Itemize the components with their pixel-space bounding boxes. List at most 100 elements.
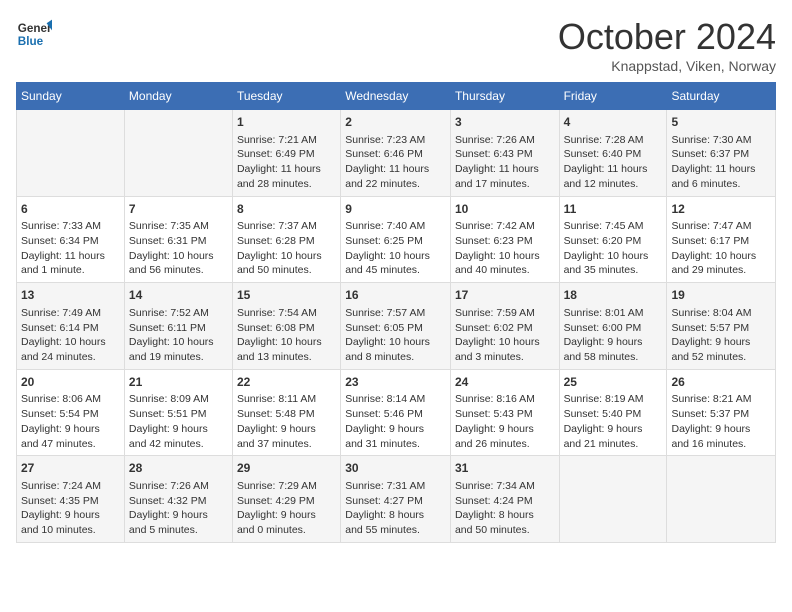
calendar-table: SundayMondayTuesdayWednesdayThursdayFrid… — [16, 82, 776, 543]
calendar-cell: 24 Sunrise: 8:16 AM Sunset: 5:43 PM Dayli… — [450, 369, 559, 456]
day-number: 7 — [129, 201, 228, 218]
calendar-cell: 31Sunrise: 7:34 AM Sunset: 4:24 PM Dayli… — [450, 456, 559, 543]
calendar-cell: 12 Sunrise: 7:47 AM Sunset: 6:17 PM Dayli… — [667, 196, 776, 283]
calendar-cell: 9 Sunrise: 7:40 AM Sunset: 6:25 PM Daylig… — [341, 196, 451, 283]
day-info: Sunrise: 8:21 AM Sunset: 5:37 PM Dayligh… — [671, 393, 751, 449]
day-info: Sunrise: 8:14 AM Sunset: 5:46 PM Dayligh… — [345, 393, 425, 449]
calendar-cell: 1 Sunrise: 7:21 AM Sunset: 6:49 PM Daylig… — [232, 110, 340, 197]
day-number: 20 — [21, 374, 120, 391]
calendar-cell: 8 Sunrise: 7:37 AM Sunset: 6:28 PM Daylig… — [232, 196, 340, 283]
calendar-week-row: 13 Sunrise: 7:49 AM Sunset: 6:14 PM Dayli… — [17, 283, 776, 370]
day-number: 29 — [237, 460, 336, 477]
calendar-cell: 14Sunrise: 7:52 AM Sunset: 6:11 PM Dayli… — [124, 283, 232, 370]
day-info: Sunrise: 8:19 AM Sunset: 5:40 PM Dayligh… — [564, 393, 644, 449]
calendar-cell: 20 Sunrise: 8:06 AM Sunset: 5:54 PM Dayli… — [17, 369, 125, 456]
day-number: 19 — [671, 287, 771, 304]
day-info: Sunrise: 8:06 AM Sunset: 5:54 PM Dayligh… — [21, 393, 101, 449]
weekday-header: Friday — [559, 83, 667, 110]
calendar-cell: 19 Sunrise: 8:04 AM Sunset: 5:57 PM Dayli… — [667, 283, 776, 370]
calendar-cell — [17, 110, 125, 197]
day-number: 31 — [455, 460, 555, 477]
day-info: Sunrise: 7:21 AM Sunset: 6:49 PM Dayligh… — [237, 134, 321, 190]
day-info: Sunrise: 8:09 AM Sunset: 5:51 PM Dayligh… — [129, 393, 209, 449]
calendar-cell: 18Sunrise: 8:01 AM Sunset: 6:00 PM Dayli… — [559, 283, 667, 370]
day-info: Sunrise: 7:24 AM Sunset: 4:35 PM Dayligh… — [21, 480, 101, 536]
calendar-cell: 3 Sunrise: 7:26 AM Sunset: 6:43 PM Daylig… — [450, 110, 559, 197]
day-number: 22 — [237, 374, 336, 391]
day-info: Sunrise: 8:16 AM Sunset: 5:43 PM Dayligh… — [455, 393, 535, 449]
calendar-cell: 30Sunrise: 7:31 AM Sunset: 4:27 PM Dayli… — [341, 456, 451, 543]
calendar-cell: 29 Sunrise: 7:29 AM Sunset: 4:29 PM Dayli… — [232, 456, 340, 543]
weekday-header: Wednesday — [341, 83, 451, 110]
calendar-cell — [667, 456, 776, 543]
calendar-week-row: 6 Sunrise: 7:33 AM Sunset: 6:34 PM Daylig… — [17, 196, 776, 283]
day-number: 10 — [455, 201, 555, 218]
day-number: 2 — [345, 114, 446, 131]
day-number: 12 — [671, 201, 771, 218]
svg-text:Blue: Blue — [18, 35, 44, 48]
calendar-cell: 27 Sunrise: 7:24 AM Sunset: 4:35 PM Dayli… — [17, 456, 125, 543]
calendar-cell: 6 Sunrise: 7:33 AM Sunset: 6:34 PM Daylig… — [17, 196, 125, 283]
calendar-week-row: 1 Sunrise: 7:21 AM Sunset: 6:49 PM Daylig… — [17, 110, 776, 197]
calendar-cell: 10Sunrise: 7:42 AM Sunset: 6:23 PM Dayli… — [450, 196, 559, 283]
day-info: Sunrise: 7:33 AM Sunset: 6:34 PM Dayligh… — [21, 220, 105, 276]
day-info: Sunrise: 7:30 AM Sunset: 6:37 PM Dayligh… — [671, 134, 755, 190]
day-info: Sunrise: 7:47 AM Sunset: 6:17 PM Dayligh… — [671, 220, 756, 276]
day-info: Sunrise: 7:37 AM Sunset: 6:28 PM Dayligh… — [237, 220, 322, 276]
day-info: Sunrise: 7:26 AM Sunset: 6:43 PM Dayligh… — [455, 134, 539, 190]
calendar-cell: 11Sunrise: 7:45 AM Sunset: 6:20 PM Dayli… — [559, 196, 667, 283]
day-number: 17 — [455, 287, 555, 304]
calendar-cell: 23 Sunrise: 8:14 AM Sunset: 5:46 PM Dayli… — [341, 369, 451, 456]
day-info: Sunrise: 7:59 AM Sunset: 6:02 PM Dayligh… — [455, 307, 540, 363]
day-info: Sunrise: 8:04 AM Sunset: 5:57 PM Dayligh… — [671, 307, 751, 363]
day-info: Sunrise: 7:28 AM Sunset: 6:40 PM Dayligh… — [564, 134, 648, 190]
day-number: 25 — [564, 374, 663, 391]
calendar-cell: 5Sunrise: 7:30 AM Sunset: 6:37 PM Daylig… — [667, 110, 776, 197]
day-number: 28 — [129, 460, 228, 477]
day-info: Sunrise: 8:11 AM Sunset: 5:48 PM Dayligh… — [237, 393, 316, 449]
day-number: 9 — [345, 201, 446, 218]
weekday-header: Tuesday — [232, 83, 340, 110]
weekday-header: Thursday — [450, 83, 559, 110]
calendar-header: SundayMondayTuesdayWednesdayThursdayFrid… — [17, 83, 776, 110]
day-info: Sunrise: 7:40 AM Sunset: 6:25 PM Dayligh… — [345, 220, 430, 276]
calendar-week-row: 20 Sunrise: 8:06 AM Sunset: 5:54 PM Dayli… — [17, 369, 776, 456]
logo-icon: General Blue — [16, 16, 52, 52]
day-number: 26 — [671, 374, 771, 391]
calendar-cell: 4 Sunrise: 7:28 AM Sunset: 6:40 PM Daylig… — [559, 110, 667, 197]
calendar-cell: 7Sunrise: 7:35 AM Sunset: 6:31 PM Daylig… — [124, 196, 232, 283]
day-number: 4 — [564, 114, 663, 131]
weekday-header: Saturday — [667, 83, 776, 110]
calendar-cell — [559, 456, 667, 543]
logo: General Blue — [16, 16, 52, 52]
month-title: October 2024 — [558, 16, 776, 58]
day-number: 8 — [237, 201, 336, 218]
calendar-cell: 17 Sunrise: 7:59 AM Sunset: 6:02 PM Dayli… — [450, 283, 559, 370]
day-number: 16 — [345, 287, 446, 304]
day-info: Sunrise: 7:26 AM Sunset: 4:32 PM Dayligh… — [129, 480, 209, 536]
calendar-cell — [124, 110, 232, 197]
day-info: Sunrise: 7:52 AM Sunset: 6:11 PM Dayligh… — [129, 307, 214, 363]
svg-text:General: General — [18, 22, 52, 35]
day-number: 6 — [21, 201, 120, 218]
day-info: Sunrise: 7:31 AM Sunset: 4:27 PM Dayligh… — [345, 480, 425, 536]
calendar-cell: 22 Sunrise: 8:11 AM Sunset: 5:48 PM Dayli… — [232, 369, 340, 456]
calendar-cell: 2Sunrise: 7:23 AM Sunset: 6:46 PM Daylig… — [341, 110, 451, 197]
day-number: 18 — [564, 287, 663, 304]
day-number: 24 — [455, 374, 555, 391]
page-header: General Blue October 2024 Knappstad, Vik… — [16, 16, 776, 74]
calendar-cell: 26 Sunrise: 8:21 AM Sunset: 5:37 PM Dayli… — [667, 369, 776, 456]
day-number: 13 — [21, 287, 120, 304]
calendar-cell: 28 Sunrise: 7:26 AM Sunset: 4:32 PM Dayli… — [124, 456, 232, 543]
calendar-cell: 15Sunrise: 7:54 AM Sunset: 6:08 PM Dayli… — [232, 283, 340, 370]
calendar-cell: 13 Sunrise: 7:49 AM Sunset: 6:14 PM Dayli… — [17, 283, 125, 370]
weekday-header: Monday — [124, 83, 232, 110]
day-number: 1 — [237, 114, 336, 131]
day-info: Sunrise: 7:49 AM Sunset: 6:14 PM Dayligh… — [21, 307, 106, 363]
weekday-header: Sunday — [17, 83, 125, 110]
day-number: 27 — [21, 460, 120, 477]
weekday-row: SundayMondayTuesdayWednesdayThursdayFrid… — [17, 83, 776, 110]
day-info: Sunrise: 7:29 AM Sunset: 4:29 PM Dayligh… — [237, 480, 317, 536]
day-number: 23 — [345, 374, 446, 391]
day-number: 3 — [455, 114, 555, 131]
